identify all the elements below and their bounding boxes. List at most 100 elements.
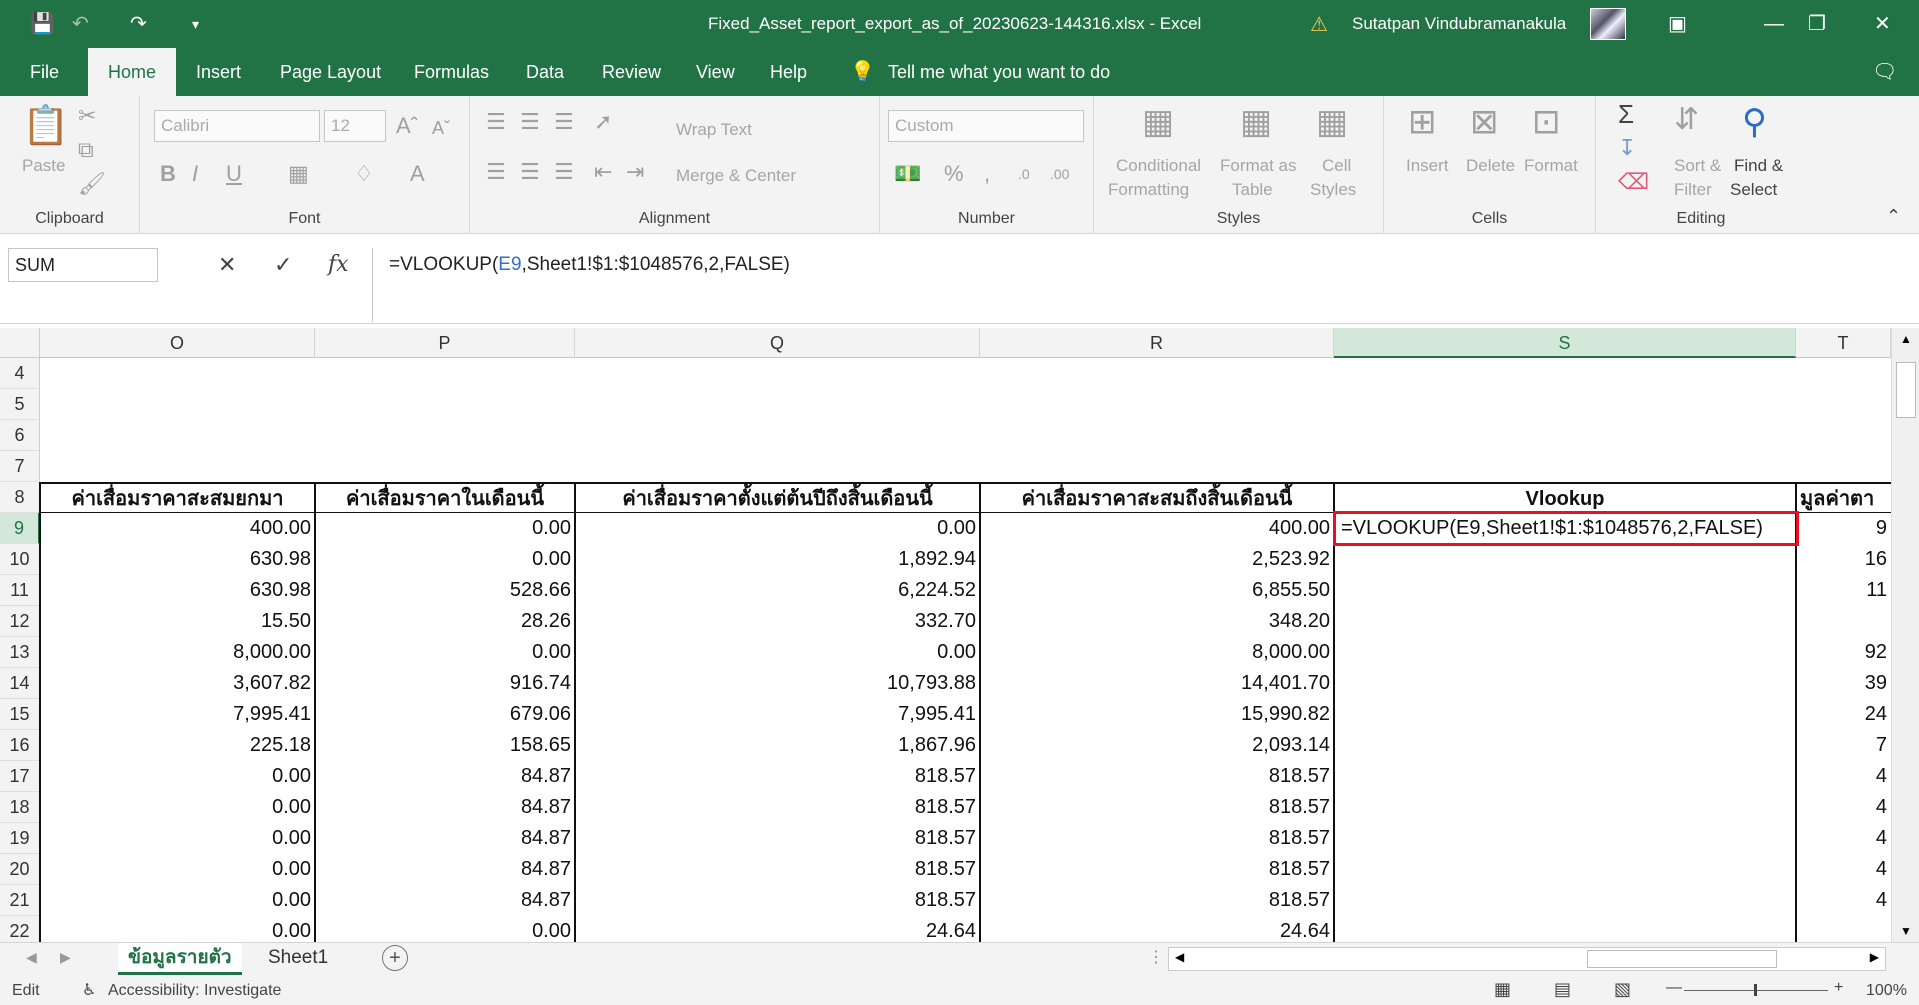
avatar[interactable]	[1590, 8, 1626, 40]
underline-icon[interactable]: U	[226, 162, 242, 186]
table-cell[interactable]: 10,793.88	[575, 668, 980, 699]
table-cell[interactable]: 15.50	[40, 606, 315, 637]
header-cell-p[interactable]: ค่าเสื่อมราคาในเดือนนี้	[315, 482, 575, 513]
table-cell[interactable]: 39	[1796, 668, 1891, 699]
table-cell[interactable]: 0.00	[40, 761, 315, 792]
column-header-t[interactable]: T	[1796, 328, 1891, 358]
table-cell[interactable]	[1796, 606, 1891, 637]
table-cell[interactable]: 7,995.41	[575, 699, 980, 730]
table-cell[interactable]: 0.00	[315, 637, 575, 668]
sheet-tab-2[interactable]: Sheet1	[258, 943, 338, 975]
font-color-icon[interactable]: A	[410, 162, 425, 186]
percent-icon[interactable]: %	[944, 162, 964, 186]
table-cell[interactable]: 6,224.52	[575, 575, 980, 606]
table-cell[interactable]: 0.00	[40, 885, 315, 916]
orientation-icon[interactable]: ➚	[594, 110, 612, 134]
comments-icon[interactable]: 🗨	[1872, 48, 1897, 96]
table-cell[interactable]: 4	[1796, 792, 1891, 823]
accessibility-status[interactable]: Accessibility: Investigate	[108, 982, 281, 1000]
table-cell[interactable]: 818.57	[980, 792, 1334, 823]
table-cell[interactable]: 0.00	[40, 916, 315, 942]
cell-styles-button[interactable]: Cell	[1322, 156, 1351, 176]
row-header[interactable]: 9	[0, 513, 40, 544]
zoom-slider-thumb[interactable]	[1754, 984, 1757, 996]
table-cell[interactable]: 818.57	[980, 823, 1334, 854]
row-header[interactable]: 8	[0, 482, 40, 513]
table-cell[interactable]: 818.57	[980, 885, 1334, 916]
tab-splitter[interactable]: ⋮	[1148, 947, 1164, 967]
header-cell-s[interactable]: Vlookup	[1334, 482, 1796, 513]
table-cell[interactable]: 630.98	[40, 575, 315, 606]
increase-decimal-icon[interactable]: .0	[1018, 162, 1030, 186]
table-cell[interactable]: 24.64	[980, 916, 1334, 942]
table-cell[interactable]: 2,523.92	[980, 544, 1334, 575]
table-cell[interactable]: 0.00	[315, 513, 575, 544]
zoom-level[interactable]: 100%	[1866, 982, 1907, 1000]
table-cell[interactable]: 1,892.94	[575, 544, 980, 575]
table-cell[interactable]: 818.57	[980, 761, 1334, 792]
cell-styles-button-line2[interactable]: Styles	[1310, 180, 1356, 200]
row-header[interactable]: 17	[0, 761, 40, 792]
table-cell[interactable]: 84.87	[315, 823, 575, 854]
table-cell[interactable]: 4	[1796, 885, 1891, 916]
scroll-left-icon[interactable]: ◀	[1175, 950, 1184, 964]
table-cell[interactable]: 0.00	[575, 637, 980, 668]
collapse-ribbon-icon[interactable]: ⌃	[1886, 204, 1901, 228]
sort-filter-button-line2[interactable]: Filter	[1674, 180, 1712, 200]
row-header[interactable]: 6	[0, 420, 40, 451]
name-box[interactable]: SUM	[8, 248, 158, 282]
zoom-out-icon[interactable]: —	[1666, 979, 1682, 997]
vertical-scrollbar[interactable]: ▲ ▼	[1891, 328, 1919, 942]
italic-icon[interactable]: I	[192, 162, 198, 186]
tab-insert[interactable]: Insert	[196, 48, 241, 96]
align-center-icon[interactable]: ☰	[520, 160, 540, 184]
page-break-view-icon[interactable]: ▧	[1614, 979, 1631, 1000]
clear-icon[interactable]: ⌫	[1618, 170, 1649, 194]
cell-styles-icon[interactable]: ▦	[1316, 104, 1348, 140]
prev-sheet-icon[interactable]: ◀	[26, 949, 37, 966]
header-cell-o[interactable]: ค่าเสื่อมราคาสะสมยกมา	[40, 482, 315, 513]
column-header-r[interactable]: R	[980, 328, 1334, 358]
sheet-tab-1[interactable]: ข้อมูลรายตัว	[118, 943, 242, 975]
row-header[interactable]: 12	[0, 606, 40, 637]
worksheet-grid[interactable]: O P Q R S T 4 5 6 7 8 9 10 11 12 13 14 15 16 17 18 19 20…	[0, 324, 1919, 942]
table-cell[interactable]: 400.00	[40, 513, 315, 544]
table-cell[interactable]: 630.98	[40, 544, 315, 575]
decrease-decimal-icon[interactable]: .00	[1050, 162, 1069, 186]
table-cell[interactable]: 332.70	[575, 606, 980, 637]
formula-input[interactable]: =VLOOKUP(E9,Sheet1!$1:$1048576,2,FALSE)	[372, 248, 1912, 322]
insert-button[interactable]: Insert	[1406, 156, 1449, 176]
tab-page-layout[interactable]: Page Layout	[280, 48, 381, 96]
save-icon[interactable]: 💾	[30, 12, 55, 36]
table-cell[interactable]: 225.18	[40, 730, 315, 761]
format-as-table-button[interactable]: Format as	[1220, 156, 1297, 176]
add-sheet-icon[interactable]: +	[382, 945, 408, 971]
scroll-up-icon[interactable]: ▲	[1900, 332, 1912, 346]
table-cell[interactable]: 3,607.82	[40, 668, 315, 699]
format-button[interactable]: Format	[1524, 156, 1578, 176]
h-scroll-thumb[interactable]	[1587, 950, 1777, 968]
table-cell[interactable]: 0.00	[40, 854, 315, 885]
insert-cells-icon[interactable]: ⊞	[1408, 104, 1437, 140]
tell-me-search[interactable]: Tell me what you want to do	[888, 48, 1110, 96]
align-left-icon[interactable]: ☰	[486, 160, 506, 184]
table-cell[interactable]: 28.26	[315, 606, 575, 637]
column-header-p[interactable]: P	[315, 328, 575, 358]
table-cell[interactable]: 84.87	[315, 885, 575, 916]
cancel-icon[interactable]: ✕	[218, 248, 236, 282]
row-header[interactable]: 13	[0, 637, 40, 668]
align-top-icon[interactable]: ☰	[486, 110, 506, 134]
row-header[interactable]: 18	[0, 792, 40, 823]
fill-icon[interactable]: ↧	[1618, 136, 1636, 160]
row-header[interactable]: 22	[0, 916, 40, 942]
table-cell[interactable]: 0.00	[40, 823, 315, 854]
scroll-down-icon[interactable]: ▼	[1900, 924, 1912, 938]
table-cell[interactable]: 8,000.00	[980, 637, 1334, 668]
ribbon-display-icon[interactable]: ▣	[1668, 12, 1687, 36]
tab-help[interactable]: Help	[770, 48, 807, 96]
header-cell-q[interactable]: ค่าเสื่อมราคาตั้งแต่ต้นปีถึงสิ้นเดือนนี้	[575, 482, 980, 513]
row-header[interactable]: 11	[0, 575, 40, 606]
table-cell[interactable]: 92	[1796, 637, 1891, 668]
header-cell-r[interactable]: ค่าเสื่อมราคาสะสมถึงสิ้นเดือนนี้	[980, 482, 1334, 513]
minimize-icon[interactable]: —	[1764, 12, 1784, 36]
